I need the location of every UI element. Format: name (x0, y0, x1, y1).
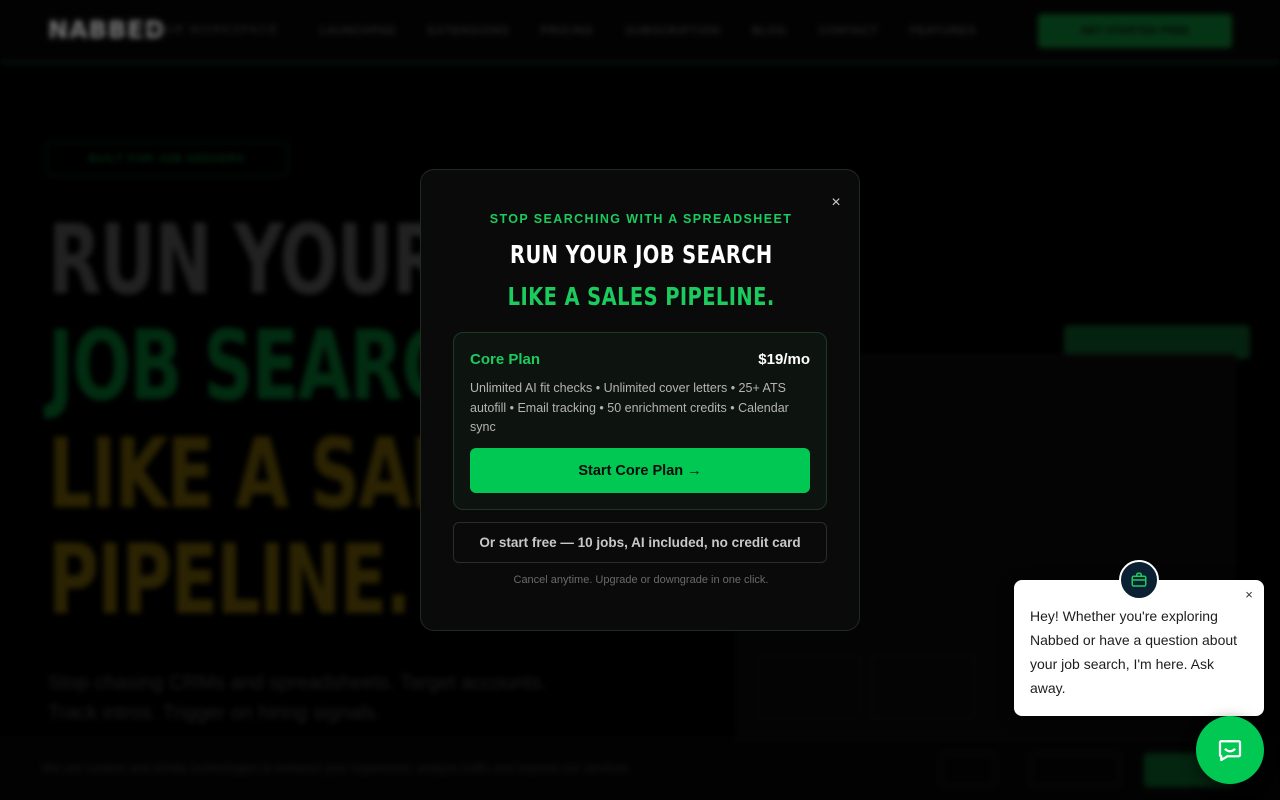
start-free-button[interactable]: Or start free — 10 jobs, AI included, no… (453, 522, 827, 563)
start-core-plan-button[interactable]: Start Core Plan → (470, 448, 810, 493)
modal-title-line-2: LIKE A SALES PIPELINE. (507, 282, 775, 311)
plan-name: Core Plan (470, 351, 541, 368)
cancel-anytime-note: Cancel anytime. Upgrade or downgrade in … (513, 574, 769, 586)
chat-message-bubble[interactable]: × Hey! Whether you're exploring Nabbed o… (1014, 580, 1264, 716)
briefcase-icon-glyph (1131, 572, 1147, 587)
core-plan-card: Core Plan $19/mo Unlimited AI fit checks… (453, 332, 827, 510)
modal-title-line-1: RUN YOUR JOB SEARCH (509, 240, 773, 269)
pricing-modal: × STOP SEARCHING WITH A SPREADSHEET RUN … (420, 169, 860, 631)
plan-price: $19/mo (758, 351, 810, 368)
chat-icon (1218, 740, 1242, 762)
close-icon[interactable]: × (1240, 586, 1258, 604)
close-icon[interactable]: × (826, 193, 846, 213)
chat-message: Hey! Whether you're exploring Nabbed or … (1030, 608, 1238, 696)
briefcase-icon (1119, 560, 1159, 600)
chat-launcher-button[interactable] (1196, 716, 1264, 784)
modal-eyebrow: STOP SEARCHING WITH A SPREADSHEET (489, 212, 793, 226)
plan-features: Unlimited AI fit checks • Unlimited cove… (470, 381, 789, 434)
